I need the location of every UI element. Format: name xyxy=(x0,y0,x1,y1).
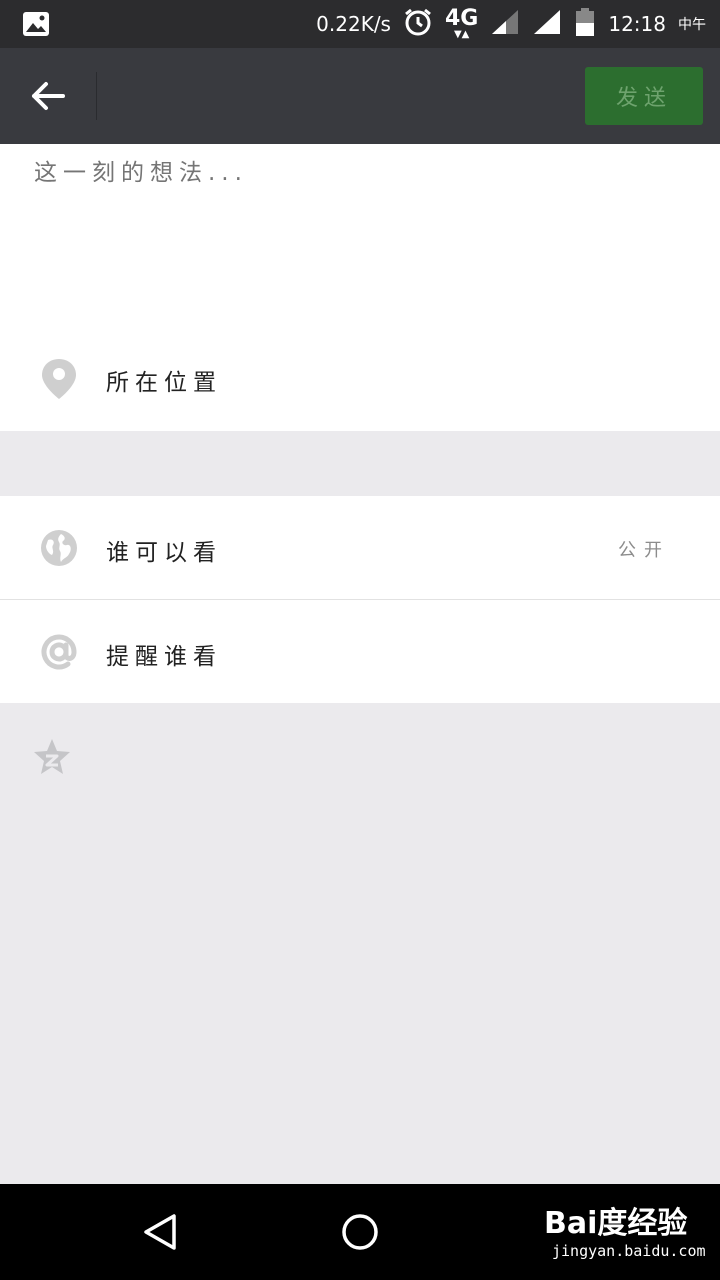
watermark-logo: Bai度经验 xyxy=(544,1206,688,1241)
location-row[interactable]: 所在位置 xyxy=(0,334,720,424)
visibility-value: 公开 xyxy=(618,540,670,561)
back-triangle-icon[interactable] xyxy=(140,1212,180,1256)
net-speed: 0.22K/s xyxy=(316,12,391,36)
data-arrows-icon: ▼▲ xyxy=(453,29,470,40)
arrow-left-icon xyxy=(32,82,65,110)
home-circle-icon[interactable] xyxy=(340,1212,380,1256)
send-button[interactable]: 发送 xyxy=(585,67,703,125)
globe-icon xyxy=(39,528,79,572)
watermark: Bai度经验 jingyan.baidu.com xyxy=(540,1198,710,1268)
settings-group: 谁可以看 公开 提醒谁看 xyxy=(0,496,720,703)
clock-period: 中午 xyxy=(678,17,706,33)
post-text-input[interactable] xyxy=(34,160,674,186)
compose-panel: 所在位置 xyxy=(0,144,720,431)
mention-row[interactable]: 提醒谁看 xyxy=(0,600,720,703)
signal-icon xyxy=(490,8,520,41)
watermark-url: jingyan.baidu.com xyxy=(552,1242,706,1260)
location-label: 所在位置 xyxy=(106,370,222,396)
network-type: 4G ▼▲ xyxy=(444,6,479,40)
qzone-star-icon[interactable] xyxy=(32,737,72,781)
gallery-icon xyxy=(22,11,50,41)
signal-icon xyxy=(532,8,562,41)
title-bar: 发送 xyxy=(0,48,720,144)
back-button[interactable] xyxy=(20,74,76,118)
mention-label: 提醒谁看 xyxy=(106,644,222,670)
title-divider xyxy=(96,72,97,120)
clock: 12:18 xyxy=(608,12,666,36)
battery-icon xyxy=(574,7,596,42)
alarm-icon xyxy=(403,7,433,42)
navigation-bar: Bai度经验 jingyan.baidu.com xyxy=(0,1184,720,1280)
visibility-label: 谁可以看 xyxy=(106,540,222,566)
map-pin-icon xyxy=(40,357,78,405)
visibility-row[interactable]: 谁可以看 公开 xyxy=(0,496,720,599)
at-icon xyxy=(39,632,79,676)
status-bar: 0.22K/s 4G ▼▲ 12:18 中午 xyxy=(0,0,720,48)
